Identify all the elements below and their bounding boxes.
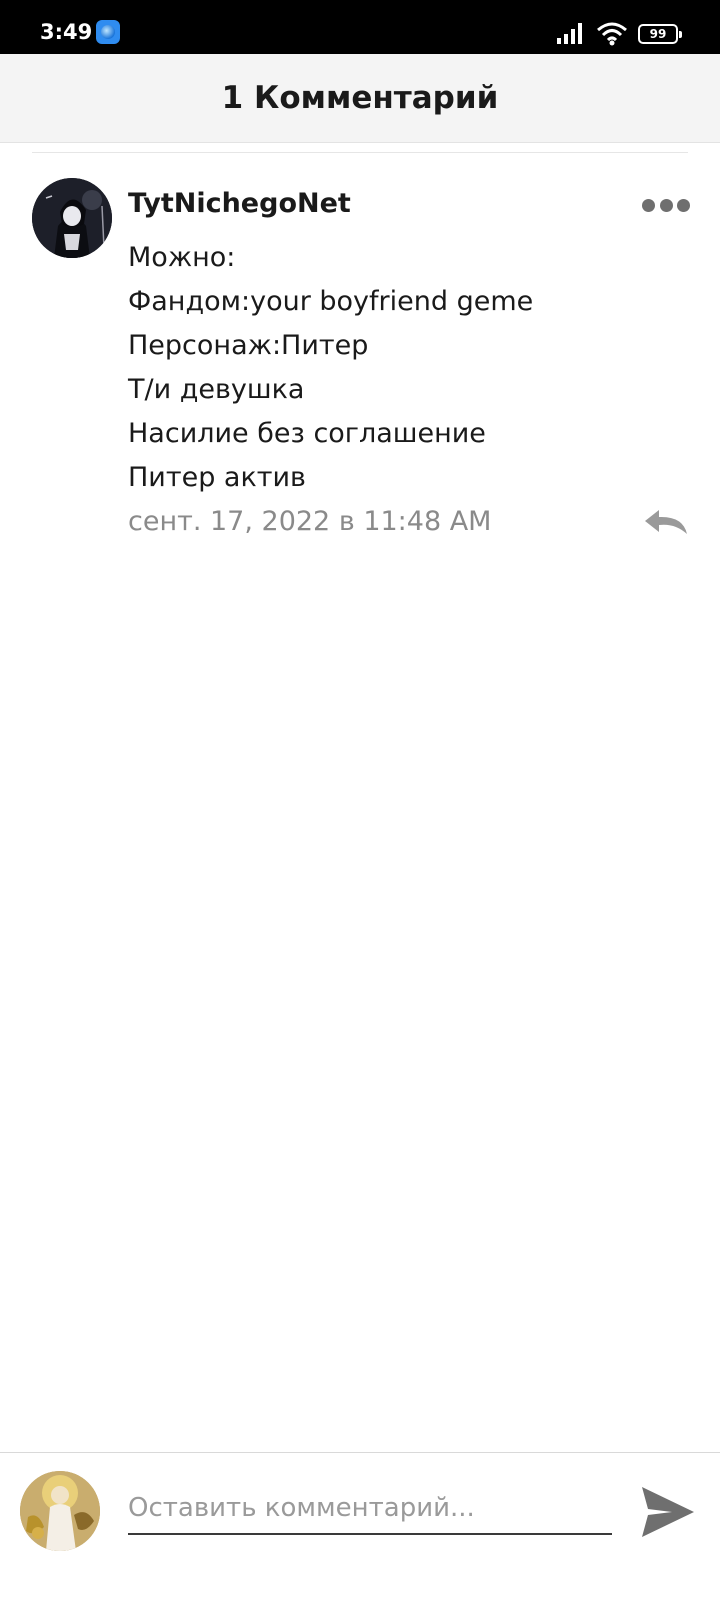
comment-line: Насилие без соглашение (128, 418, 486, 449)
comment-composer (0, 1452, 720, 1600)
battery-icon: 99 (638, 24, 682, 44)
wifi-icon (597, 22, 627, 46)
more-options-icon[interactable] (642, 198, 690, 212)
page-title: 1 Комментарий (221, 80, 499, 116)
comment-timestamp: сент. 17, 2022 в 11:48 AM (128, 506, 492, 537)
comments-header: 1 Комментарий (0, 54, 720, 143)
comment-author[interactable]: TytNichegoNet (128, 188, 351, 219)
browser-app-icon (96, 20, 120, 44)
reply-icon[interactable] (643, 506, 689, 538)
signal-icon (557, 23, 582, 44)
comment-line: Фандом:your boyfriend geme (128, 286, 534, 317)
author-avatar[interactable] (32, 178, 112, 258)
comment-input[interactable] (128, 1483, 612, 1535)
avatar-image (20, 1471, 100, 1551)
avatar-image (32, 178, 112, 258)
comment-line: Персонаж:Питер (128, 330, 369, 361)
status-time: 3:49 (40, 20, 93, 44)
divider (32, 152, 688, 153)
send-icon[interactable] (638, 1485, 696, 1539)
comment-line: Питер актив (128, 462, 306, 493)
user-avatar[interactable] (20, 1471, 100, 1551)
status-bar: 3:49 99 (0, 0, 720, 54)
comment-text: Можно: Фандом:your boyfriend geme Персон… (128, 236, 668, 500)
comment-line: Можно: (128, 242, 236, 273)
comment-line: Т/и девушка (128, 374, 305, 405)
